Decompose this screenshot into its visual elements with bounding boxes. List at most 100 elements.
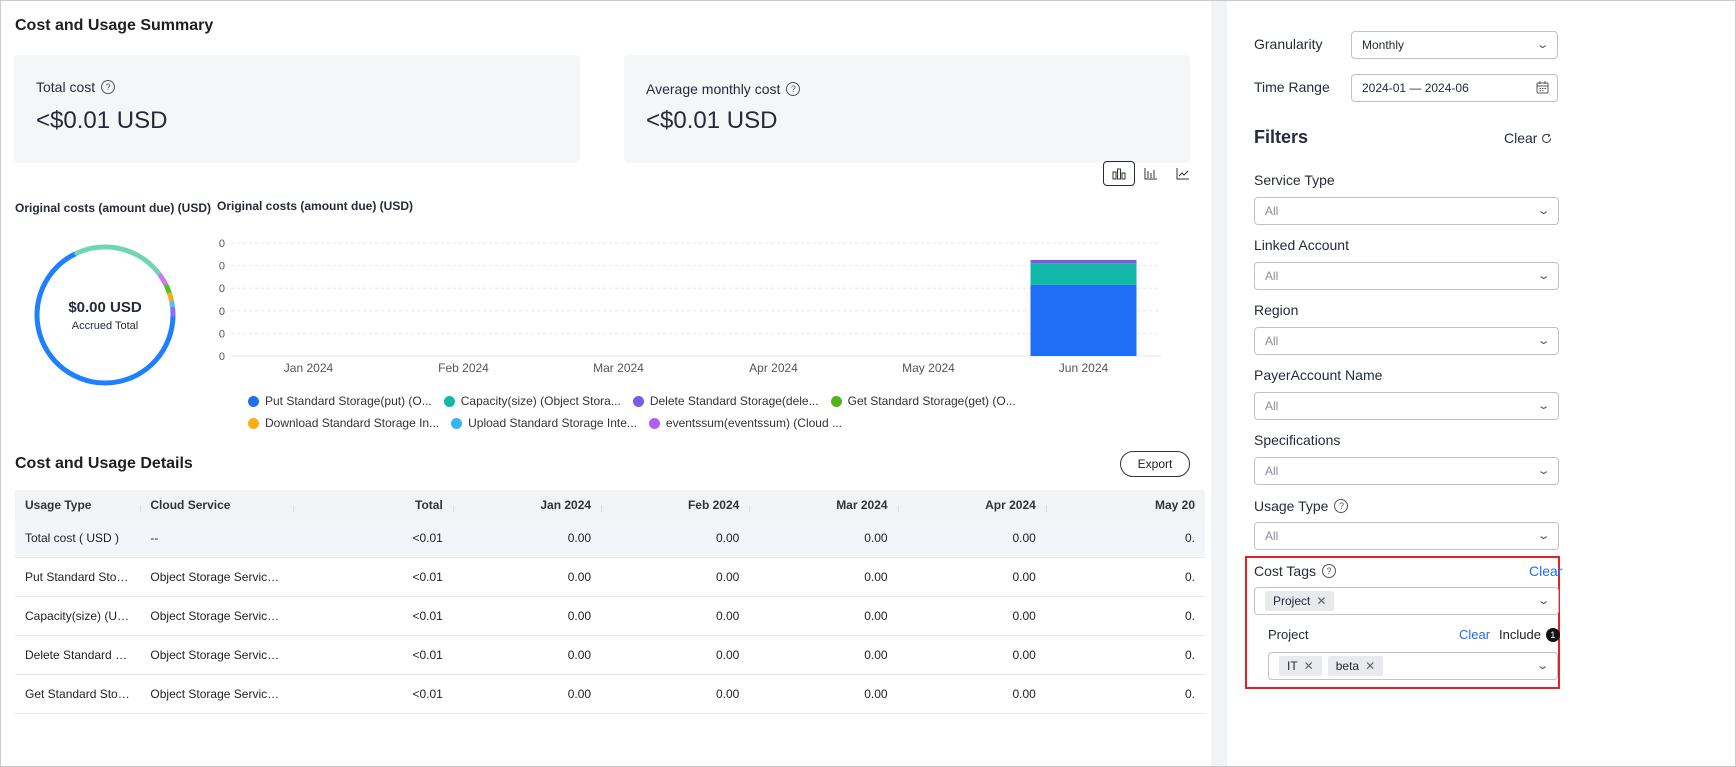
select-value: All (1265, 529, 1279, 543)
table-cell: 0.00 (567, 570, 592, 584)
legend-item[interactable]: Upload Standard Storage Inte... (451, 416, 637, 430)
column-header[interactable]: Mar 2024 (749, 498, 897, 512)
legend-item[interactable]: eventssum(eventssum) (Cloud ... (648, 416, 842, 430)
table-row[interactable]: Capacity(size) (USD) Object Storage Servi… (15, 597, 1205, 636)
table-cell: Get Standard Stora... (25, 687, 139, 701)
help-icon[interactable]: ? (786, 82, 801, 96)
export-button[interactable]: Export (1120, 451, 1190, 477)
legend-item[interactable]: Put Standard Storage(put) (O... (248, 394, 432, 408)
table-row[interactable]: Delete Standard St... Object Storage Serv… (15, 636, 1205, 675)
legend-item[interactable]: Get Standard Storage(get) (O... (830, 394, 1016, 408)
select-value: All (1265, 334, 1279, 348)
tag-chip: beta ✕ (1327, 656, 1384, 676)
y-tick-label: 0 (219, 306, 225, 318)
summary-title: Cost and Usage Summary (15, 17, 214, 34)
table-cell: 0.00 (715, 570, 740, 584)
table-cell: 0.00 (567, 609, 592, 623)
chevron-down-icon: ⌄ (1536, 465, 1551, 477)
tag-chip-label: Project (1273, 594, 1311, 608)
legend-item[interactable]: Delete Standard Storage(dele... (632, 394, 819, 408)
chevron-down-icon: ⌄ (1536, 335, 1551, 347)
help-icon[interactable]: ? (101, 80, 116, 94)
project-clear[interactable]: Clear (1459, 627, 1490, 642)
column-header[interactable]: Jan 2024 (452, 498, 601, 512)
usage-type-select[interactable]: All ⌄ (1254, 522, 1559, 550)
table-row[interactable]: Total cost ( USD ) -- <0.01 0.00 0.00 0.00 0.0… (15, 519, 1205, 558)
details-table: Usage Type Cloud Service Total Jan 2024 Feb … (15, 490, 1205, 714)
granularity-select[interactable]: Monthly ⌄ (1351, 31, 1558, 59)
column-header[interactable]: Apr 2024 (897, 498, 1046, 512)
donut-title: Original costs (amount due) (USD) (15, 201, 212, 215)
table-cell: 0.00 (864, 687, 888, 701)
cost-tags-clear[interactable]: Clear (1529, 563, 1562, 579)
table-cell: 0.00 (567, 687, 592, 701)
column-header[interactable]: May 20 (1045, 498, 1205, 512)
cost-tags-select[interactable]: Project ✕ ⌄ (1254, 587, 1559, 615)
legend-label: Delete Standard Storage(dele... (649, 394, 819, 408)
legend-item[interactable]: Download Standard Storage In... (248, 416, 439, 430)
line-chart-icon[interactable] (1167, 161, 1199, 186)
close-icon[interactable]: ✕ (1365, 659, 1375, 673)
help-icon[interactable]: ? (1334, 499, 1349, 513)
payer-account-label: PayerAccount Name (1254, 367, 1383, 383)
table-cell: 0. (1184, 570, 1195, 584)
usage-type-label: Usage Type ? (1254, 498, 1349, 514)
bar-chart: 0 0 0 0 0 0 Jan 2024 Feb 2024 Mar 2024 Apr 2024 Ma… (219, 238, 1161, 375)
close-icon[interactable]: ✕ (1316, 594, 1326, 608)
tag-chip: IT ✕ (1279, 656, 1322, 676)
table-cell: Capacity(size) (USD) (25, 609, 138, 623)
table-cell: 0.00 (864, 609, 888, 623)
time-range-picker[interactable]: 2024-01 — 2024-06 (1351, 74, 1558, 102)
stacked-bar-icon[interactable] (1135, 161, 1167, 186)
table-cell: 0. (1184, 687, 1195, 701)
project-select[interactable]: IT ✕ beta ✕ ⌄ (1268, 652, 1558, 680)
table-cell: 0.00 (1012, 687, 1036, 701)
project-include[interactable]: Include 1 (1499, 627, 1560, 642)
column-header[interactable]: Usage Type (15, 498, 140, 512)
table-cell: 0.00 (567, 531, 592, 545)
legend-label: eventssum(eventssum) (Cloud ... (665, 416, 842, 430)
table-cell: <0.01 (412, 687, 443, 701)
bar-segment[interactable] (1030, 259, 1137, 264)
table-cell: 0.00 (864, 531, 888, 545)
filter-sidebar: Granularity Monthly ⌄ Time Range 2024-01… (1227, 1, 1567, 766)
project-include-label: Include (1499, 627, 1541, 642)
table-cell: 0.00 (715, 609, 740, 623)
chevron-down-icon: ⌄ (1536, 595, 1551, 607)
filters-title: Filters (1254, 127, 1309, 147)
column-header[interactable]: Cloud Service (140, 498, 292, 512)
close-icon[interactable]: ✕ (1304, 659, 1314, 673)
table-cell: 0. (1184, 648, 1195, 662)
clear-all-filters[interactable]: Clear (1504, 130, 1552, 146)
payer-account-select[interactable]: All ⌄ (1254, 392, 1559, 420)
column-header[interactable]: Total (292, 498, 453, 512)
linked-account-select[interactable]: All ⌄ (1254, 262, 1559, 290)
column-header[interactable]: Feb 2024 (601, 498, 749, 512)
bar-segment[interactable] (1030, 284, 1137, 356)
legend-item[interactable]: Capacity(size) (Object Stora... (443, 394, 621, 408)
region-select[interactable]: All ⌄ (1254, 327, 1559, 355)
table-row[interactable]: Get Standard Stora... Object Storage Serv… (15, 675, 1205, 714)
table-cell: Delete Standard St... (25, 648, 137, 662)
bar-segment[interactable] (1030, 263, 1137, 285)
chevron-down-icon: ⌄ (1536, 530, 1551, 542)
table-row[interactable]: Put Standard Stora... Object Storage Serv… (15, 558, 1205, 597)
cost-tags-text: Cost Tags (1254, 563, 1316, 579)
legend-dot (648, 417, 660, 429)
x-tick-label: Jun 2024 (1059, 361, 1109, 375)
help-icon[interactable]: ? (1322, 564, 1336, 578)
chevron-down-icon: ⌄ (1535, 39, 1550, 51)
details-title: Cost and Usage Details (15, 455, 193, 472)
table-cell: 0. (1184, 609, 1195, 623)
total-cost-label: Total cost (36, 79, 96, 95)
specifications-select[interactable]: All ⌄ (1254, 457, 1559, 485)
table-cell: 0.00 (567, 648, 592, 662)
granularity-label: Granularity (1254, 36, 1323, 52)
service-type-select[interactable]: All ⌄ (1254, 197, 1559, 225)
main-panel: Cost and Usage Summary Total cost? <$0.0… (1, 1, 1341, 766)
bar-chart-icon[interactable] (1103, 161, 1135, 186)
calendar-icon (1536, 81, 1549, 97)
chart-type-switch (1103, 161, 1199, 186)
legend-label: Get Standard Storage(get) (O... (847, 394, 1016, 408)
table-cell: 0.00 (864, 570, 888, 584)
